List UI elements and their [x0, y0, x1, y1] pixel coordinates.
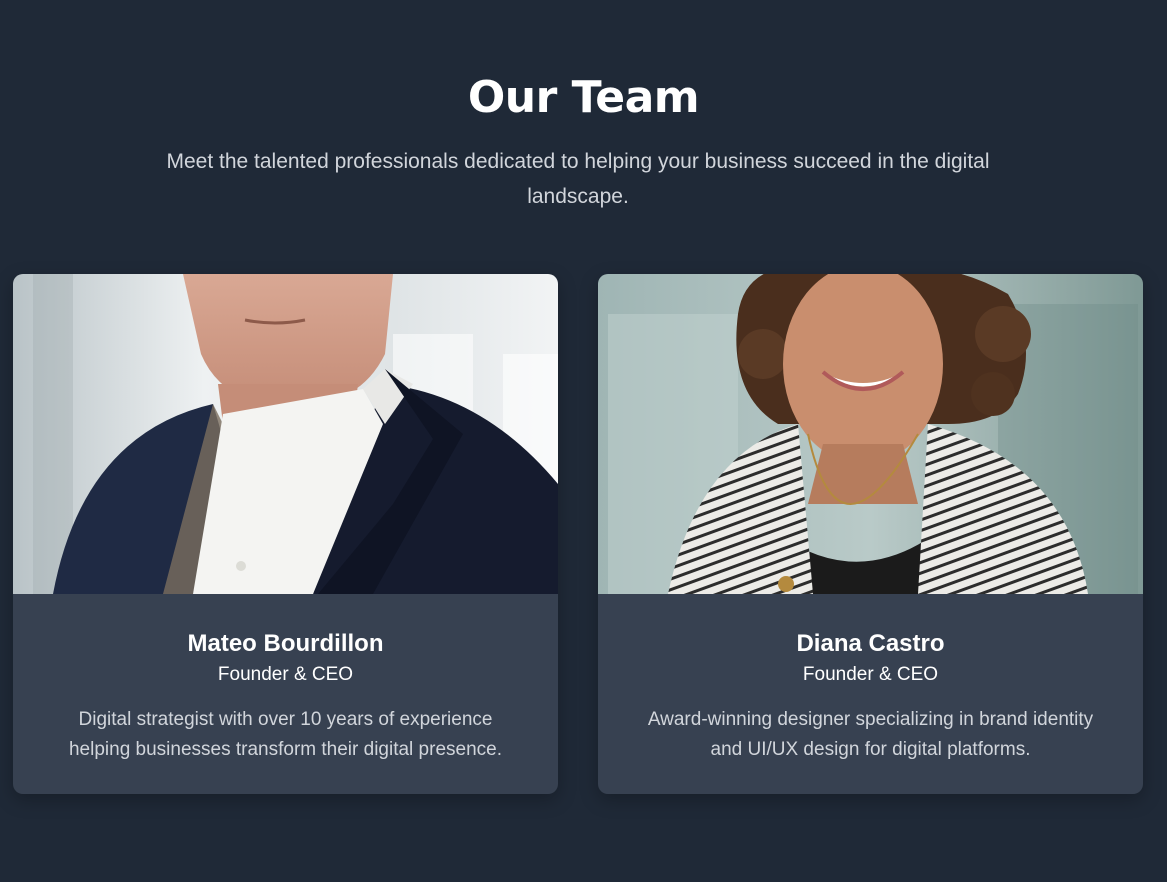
portrait-photo-icon [598, 274, 1143, 594]
team-card-diana: Diana Castro Founder & CEO Award-winning… [598, 274, 1143, 794]
team-member-role: Founder & CEO [217, 664, 354, 685]
team-section: Our Team Meet the talented professionals… [0, 0, 1167, 882]
section-subtitle: Meet the talented professionals dedicate… [166, 150, 990, 208]
portrait-photo-icon [13, 274, 558, 594]
team-member-name: Mateo Bourdillon [187, 630, 384, 657]
team-card-mateo: Mateo Bourdillon Founder & CEO Digital s… [13, 274, 558, 794]
team-member-photo [598, 274, 1143, 594]
team-member-bio: Award-winning designer specializing in b… [647, 709, 1094, 760]
team-member-name: Diana Castro [796, 630, 945, 657]
team-member-photo [13, 274, 558, 594]
team-member-role: Founder & CEO [802, 664, 939, 685]
section-title: Our Team [467, 72, 700, 123]
team-member-bio: Digital strategist with over 10 years of… [68, 709, 502, 760]
